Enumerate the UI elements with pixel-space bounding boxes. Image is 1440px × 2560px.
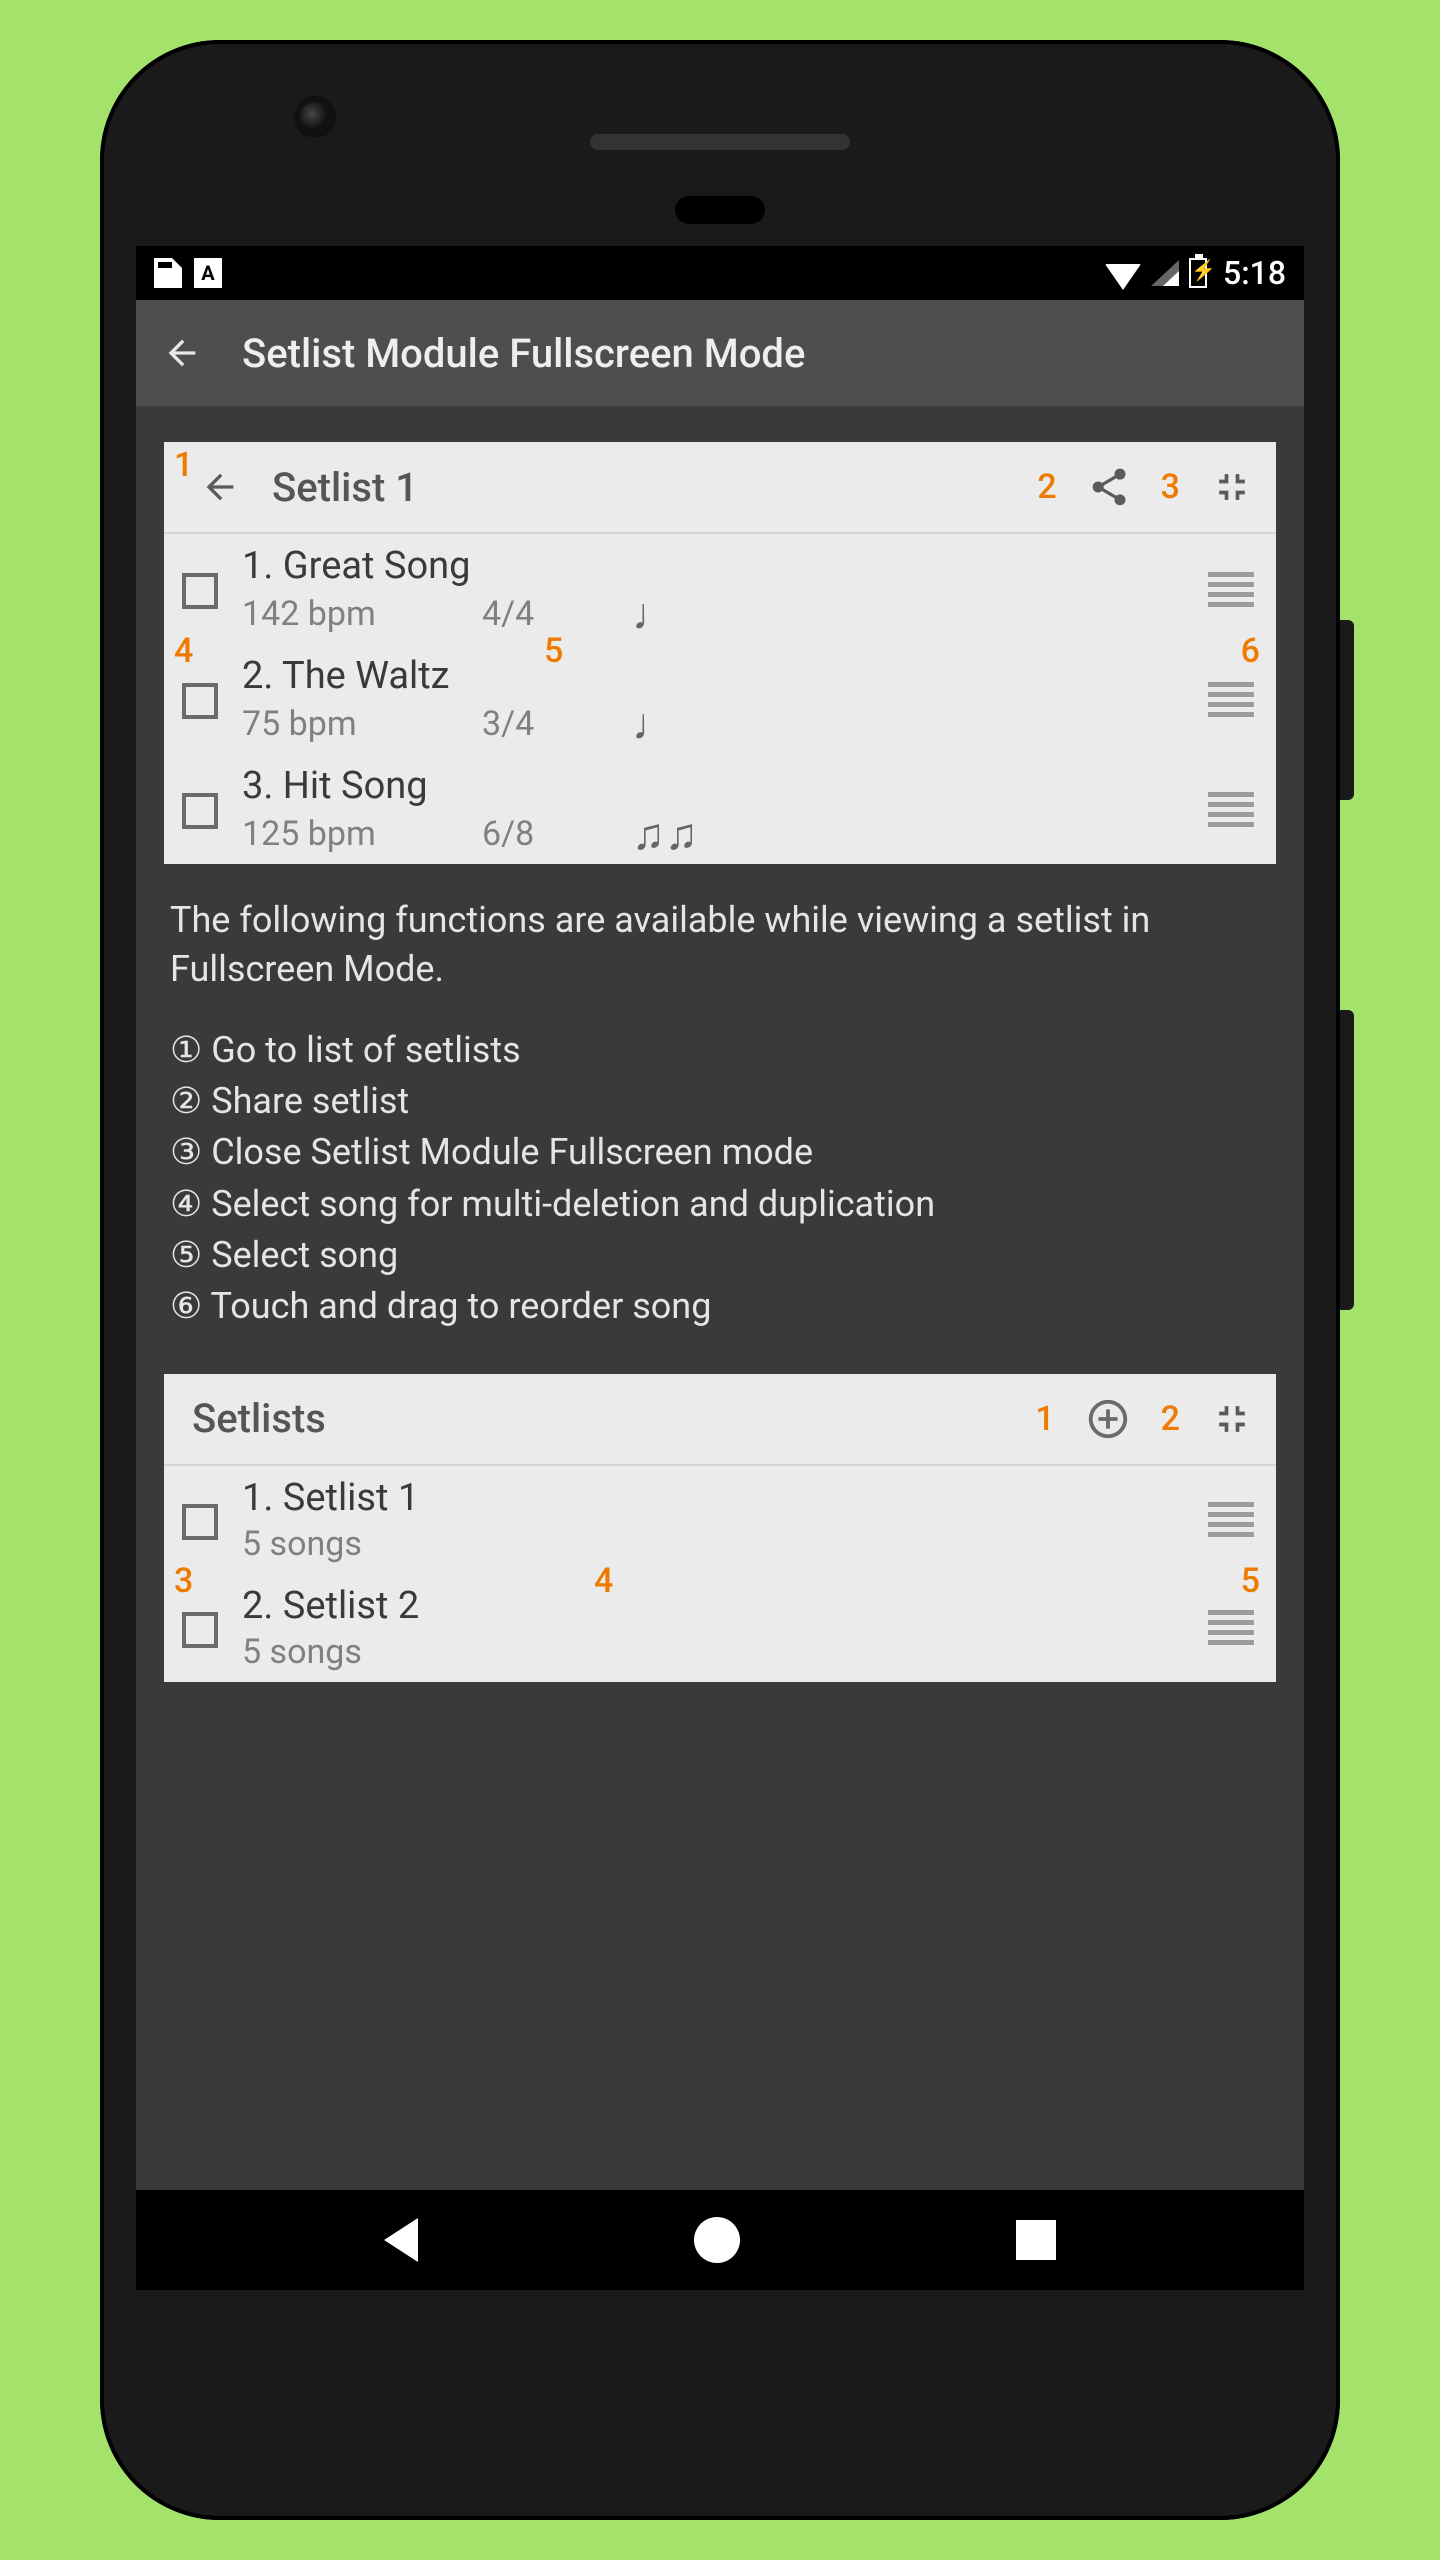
legend-item: ③ Close Setlist Module Fullscreen mode xyxy=(170,1127,1270,1178)
song-title: 3. Hit Song xyxy=(242,764,1208,808)
drag-handle[interactable] xyxy=(1208,572,1254,607)
share-button[interactable] xyxy=(1087,465,1131,509)
drag-handle[interactable] xyxy=(1208,682,1254,717)
setlist-subtitle: 5 songs xyxy=(242,1632,1208,1672)
legend-item: ① Go to list of setlists xyxy=(170,1025,1270,1076)
content-area: 1 Setlist 1 2 3 xyxy=(136,406,1304,2190)
setlist-checkbox[interactable] xyxy=(182,1612,218,1648)
setlist-detail-card: 1 Setlist 1 2 3 xyxy=(164,442,1276,864)
callout-4: 4 xyxy=(174,634,193,668)
note-icon: ♩ xyxy=(632,711,676,737)
arrow-left-icon xyxy=(200,467,240,507)
setlist-row[interactable]: 1. Setlist 1 5 songs xyxy=(164,1466,1276,1574)
arrow-left-icon xyxy=(162,333,202,373)
earpiece-speaker xyxy=(590,134,850,150)
callout-4b: 4 xyxy=(594,1564,613,1598)
sensor-pill xyxy=(675,196,765,224)
nav-back-button[interactable] xyxy=(384,2218,418,2262)
wifi-icon xyxy=(1105,264,1141,290)
song-row[interactable]: 4 5 6 2. The Waltz 75 bpm 3/4 ♩ xyxy=(164,644,1276,754)
nav-recents-button[interactable] xyxy=(1016,2220,1056,2260)
song-row[interactable]: 3. Hit Song 125 bpm 6/8 ♫♫ xyxy=(164,754,1276,864)
page-title: Setlist Module Fullscreen Mode xyxy=(242,330,805,377)
description-text: The following functions are available wh… xyxy=(170,896,1270,993)
callout-2: 2 xyxy=(1037,470,1056,504)
callout-1b: 1 xyxy=(1035,1402,1054,1436)
screen: A 5:18 Setlist Module Fullscreen Mode 1 xyxy=(136,246,1304,2290)
legend-item: ④ Select song for multi-deletion and dup… xyxy=(170,1179,1270,1230)
plus-circle-icon xyxy=(1085,1396,1131,1442)
song-title: 1. Great Song xyxy=(242,544,1208,588)
setlist-title: 1. Setlist 1 xyxy=(242,1476,1208,1520)
callout-3: 3 xyxy=(1161,470,1180,504)
drag-handle[interactable] xyxy=(1208,1502,1254,1537)
app-bar: Setlist Module Fullscreen Mode xyxy=(136,300,1304,406)
callout-5b: 5 xyxy=(1241,1564,1260,1598)
legend-item: ⑥ Touch and drag to reorder song xyxy=(170,1281,1270,1332)
setlist-subtitle: 5 songs xyxy=(242,1524,1208,1564)
legend-list: ① Go to list of setlists ② Share setlist… xyxy=(170,1025,1270,1332)
song-checkbox[interactable] xyxy=(182,793,218,829)
keyboard-lang-icon: A xyxy=(194,258,222,288)
setlist-name: Setlist 1 xyxy=(272,464,418,511)
status-clock: 5:18 xyxy=(1223,254,1286,292)
exit-fullscreen-button[interactable] xyxy=(1210,465,1254,509)
setlist-row[interactable]: 3 4 5 2. Setlist 2 5 songs xyxy=(164,1574,1276,1682)
song-bpm: 75 bpm xyxy=(242,704,412,744)
drag-handle[interactable] xyxy=(1208,792,1254,827)
note-icon: ♫♫ xyxy=(632,821,698,847)
sd-card-icon xyxy=(154,258,182,288)
callout-1: 1 xyxy=(174,448,193,482)
share-icon xyxy=(1087,465,1131,509)
add-setlist-button[interactable] xyxy=(1085,1396,1131,1442)
exit-fullscreen-button[interactable] xyxy=(1210,1397,1254,1441)
song-time-signature: 6/8 xyxy=(482,814,562,854)
battery-charging-icon xyxy=(1189,258,1207,288)
legend-item: ② Share setlist xyxy=(170,1076,1270,1127)
goto-setlists-button[interactable] xyxy=(200,467,240,507)
status-bar: A 5:18 xyxy=(136,246,1304,300)
setlists-header: Setlists 1 2 xyxy=(164,1374,1276,1466)
android-navbar xyxy=(136,2190,1304,2290)
setlists-card: Setlists 1 2 1. Set xyxy=(164,1374,1276,1682)
setlist-title: 2. Setlist 2 xyxy=(242,1584,1208,1628)
song-bpm: 125 bpm xyxy=(242,814,412,854)
close-fullscreen-icon xyxy=(1210,1397,1254,1441)
song-time-signature: 4/4 xyxy=(482,594,562,634)
note-icon: ♩ xyxy=(632,601,676,627)
song-title: 2. The Waltz xyxy=(242,654,1208,698)
setlist-checkbox[interactable] xyxy=(182,1504,218,1540)
callout-3b: 3 xyxy=(174,1564,193,1598)
cell-signal-icon xyxy=(1151,260,1179,286)
legend-item: ⑤ Select song xyxy=(170,1230,1270,1281)
song-checkbox[interactable] xyxy=(182,573,218,609)
front-camera xyxy=(300,102,330,132)
back-button[interactable] xyxy=(162,333,202,373)
drag-handle[interactable] xyxy=(1208,1610,1254,1645)
callout-2b: 2 xyxy=(1161,1402,1180,1436)
setlist-detail-header: 1 Setlist 1 2 3 xyxy=(164,442,1276,534)
phone-frame: A 5:18 Setlist Module Fullscreen Mode 1 xyxy=(100,40,1340,2520)
callout-5: 5 xyxy=(544,634,563,668)
song-checkbox[interactable] xyxy=(182,683,218,719)
song-time-signature: 3/4 xyxy=(482,704,562,744)
close-fullscreen-icon xyxy=(1210,465,1254,509)
song-bpm: 142 bpm xyxy=(242,594,412,634)
nav-home-button[interactable] xyxy=(694,2217,740,2263)
song-row[interactable]: 1. Great Song 142 bpm 4/4 ♩ xyxy=(164,534,1276,644)
callout-6: 6 xyxy=(1241,634,1260,668)
setlists-title: Setlists xyxy=(192,1395,326,1442)
